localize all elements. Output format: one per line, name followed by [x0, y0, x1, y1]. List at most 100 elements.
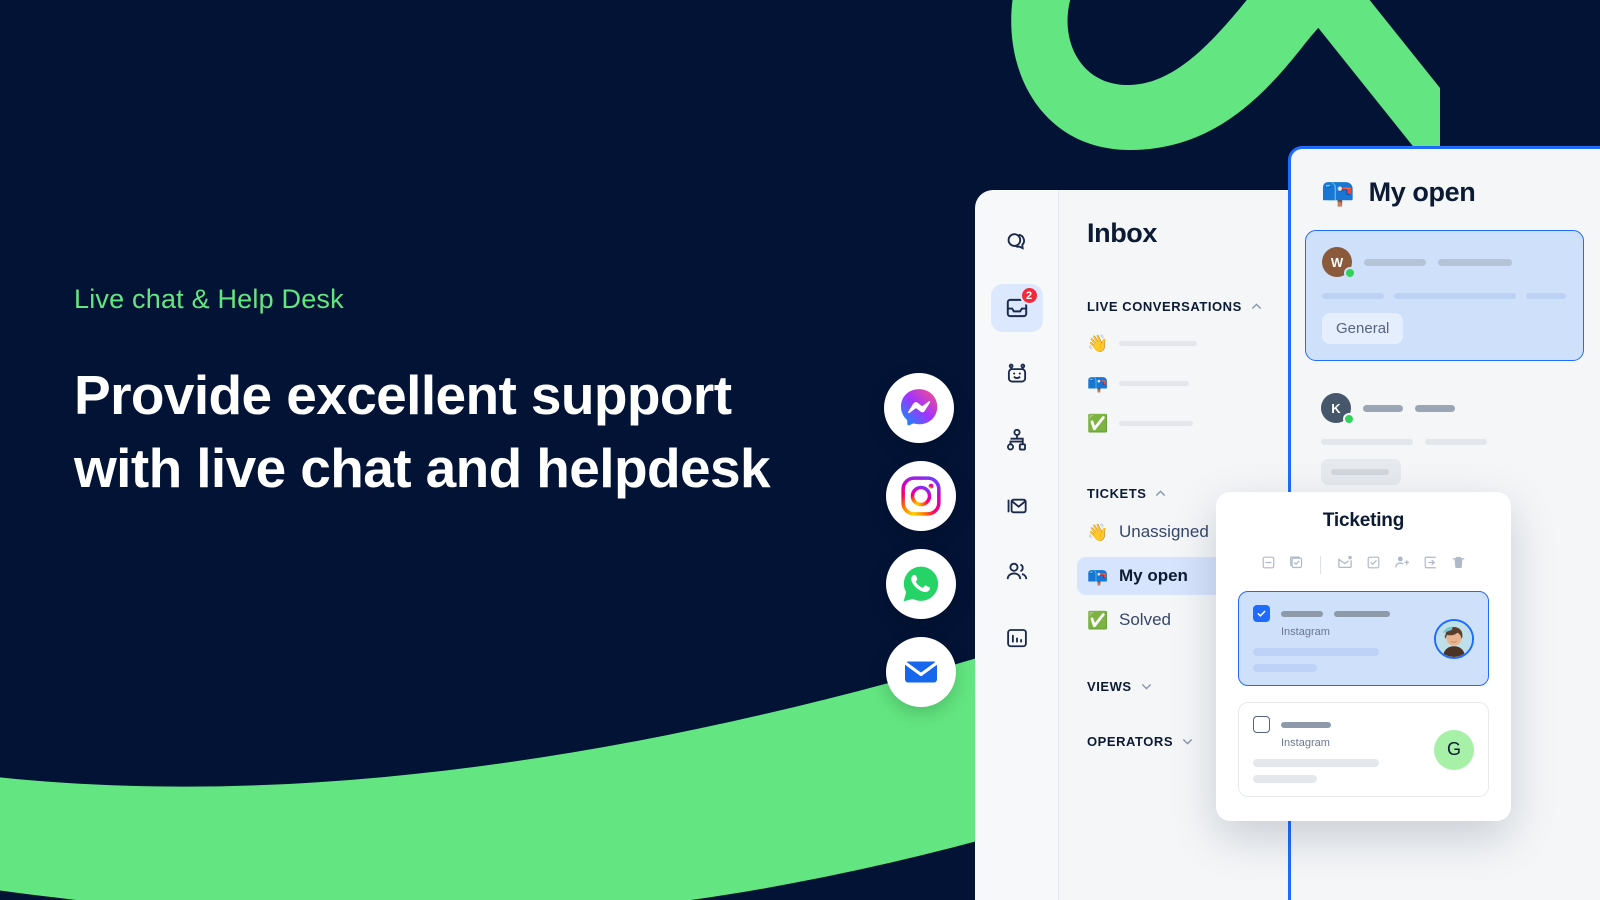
rail-item-flows[interactable] [991, 416, 1043, 464]
placeholder-bar [1119, 420, 1193, 426]
envelope-stack-icon [1007, 498, 1027, 514]
chevron-down-icon [1140, 680, 1153, 693]
placeholder-bar [1425, 439, 1487, 445]
tickets-label: TICKETS [1087, 486, 1147, 501]
rail-item-inbox[interactable]: 2 [990, 284, 1043, 332]
placeholder-bar [1253, 648, 1379, 656]
ticket-row[interactable]: Instagram [1238, 591, 1489, 686]
headline-line-1: Provide excellent support [74, 364, 732, 426]
trash-icon[interactable] [1451, 555, 1466, 575]
placeholder-bar [1415, 404, 1455, 412]
chevron-up-icon [1250, 300, 1263, 313]
whatsapp-badge[interactable] [886, 549, 956, 619]
mailbox-emoji-icon: 📪 [1087, 373, 1109, 393]
placeholder-bar [1253, 759, 1379, 767]
rail-item-email[interactable] [991, 482, 1043, 530]
check-icon [1257, 610, 1266, 617]
status-badge: General [1322, 313, 1404, 344]
avatar-initial: G [1446, 739, 1461, 759]
placeholder-bar [1394, 293, 1516, 299]
check-emoji-icon: ✅ [1087, 610, 1109, 630]
rail-item-reports[interactable] [991, 614, 1043, 662]
reports-icon [1006, 629, 1027, 648]
sidebar-item-label: Solved [1119, 610, 1171, 629]
messenger-icon [900, 389, 938, 426]
my-open-title: My open [1368, 177, 1476, 207]
instagram-icon [901, 476, 941, 516]
rail-item-chatbot[interactable] [991, 350, 1043, 398]
hero-section: Live chat & Help Desk Provide excellent … [74, 284, 894, 504]
avatar: K [1321, 393, 1355, 425]
contacts-icon [1006, 562, 1027, 580]
toolbar-divider [1320, 555, 1321, 574]
email-badge[interactable] [886, 637, 956, 707]
assign-user-icon[interactable] [1394, 554, 1410, 575]
instagram-badge[interactable] [886, 461, 956, 531]
rail-item-chats[interactable] [991, 218, 1043, 266]
online-status-dot [1343, 413, 1355, 425]
ticket-row[interactable]: Instagram G [1238, 702, 1489, 797]
placeholder-bar [1253, 775, 1317, 783]
wave-emoji-icon: 👋 [1087, 333, 1109, 353]
mailbox-emoji-icon: 📪 [1321, 177, 1355, 207]
chevron-down-icon [1181, 735, 1194, 748]
ticketing-toolbar [1238, 554, 1489, 575]
placeholder-bar [1281, 721, 1331, 728]
flow-icon [1006, 428, 1026, 451]
check-box-outline-icon[interactable] [1289, 555, 1304, 575]
chats-icon [1007, 233, 1025, 250]
row-checkbox[interactable] [1253, 716, 1270, 733]
live-conversation-row[interactable]: 👋 [1087, 332, 1288, 354]
live-conversations-label: LIVE CONVERSATIONS [1087, 299, 1242, 314]
move-to-icon[interactable] [1423, 555, 1438, 575]
placeholder-bar [1334, 610, 1390, 617]
rail-item-contacts[interactable] [991, 548, 1043, 596]
channel-badges [884, 373, 956, 725]
placeholder-bar [1322, 293, 1384, 299]
sidebar-item-label: My open [1119, 566, 1188, 585]
avatar-initial: W [1330, 254, 1344, 270]
placeholder-bar [1321, 439, 1413, 445]
mailbox-emoji-icon: 📪 [1087, 566, 1109, 586]
section-live-conversations[interactable]: LIVE CONVERSATIONS [1087, 299, 1288, 314]
mark-unread-icon[interactable] [1337, 554, 1353, 575]
placeholder-bar [1281, 610, 1323, 617]
operators-label: OPERATORS [1087, 734, 1174, 749]
headline-line-2: with live chat and helpdesk [74, 436, 771, 499]
views-label: VIEWS [1087, 679, 1132, 694]
online-status-dot [1344, 267, 1356, 279]
thread-item[interactable]: K [1305, 377, 1584, 501]
ticketing-title: Ticketing [1322, 510, 1405, 531]
hero-eyebrow: Live chat & Help Desk [74, 284, 344, 314]
thread-item[interactable]: W General [1305, 230, 1584, 361]
avatar-initial: K [1331, 400, 1341, 416]
placeholder-bar [1438, 258, 1512, 266]
avatar: W [1322, 247, 1356, 279]
ticketing-card: Ticketing Instagram Instagram G [1216, 492, 1511, 821]
placeholder-bar [1119, 380, 1189, 386]
status-badge-placeholder [1321, 459, 1401, 485]
messenger-badge[interactable] [884, 373, 954, 443]
placeholder-bar [1526, 293, 1566, 299]
live-conversation-row[interactable]: ✅ [1087, 412, 1288, 434]
placeholder-bar [1364, 258, 1426, 266]
avatar: G [1434, 729, 1474, 770]
placeholder-bar [1253, 664, 1317, 672]
envelope-icon [904, 661, 938, 683]
row-checkbox[interactable] [1253, 605, 1270, 622]
mark-done-icon[interactable] [1366, 555, 1381, 575]
check-emoji-icon: ✅ [1087, 413, 1109, 433]
sidebar-item-label: Unassigned [1119, 522, 1209, 541]
live-conversation-row[interactable]: 📪 [1087, 372, 1288, 394]
my-open-header: 📪 My open [1321, 177, 1600, 208]
avatar [1434, 618, 1474, 659]
chevron-up-icon [1154, 487, 1167, 500]
placeholder-bar [1119, 340, 1197, 346]
placeholder-bar [1363, 404, 1403, 412]
inbox-title: Inbox [1087, 218, 1157, 248]
minus-box-icon[interactable] [1261, 555, 1276, 575]
chatbot-icon [1007, 363, 1026, 383]
avatar-photo [1436, 620, 1472, 657]
page-title: Provide excellent support with live chat… [74, 359, 894, 504]
whatsapp-icon [903, 566, 939, 602]
